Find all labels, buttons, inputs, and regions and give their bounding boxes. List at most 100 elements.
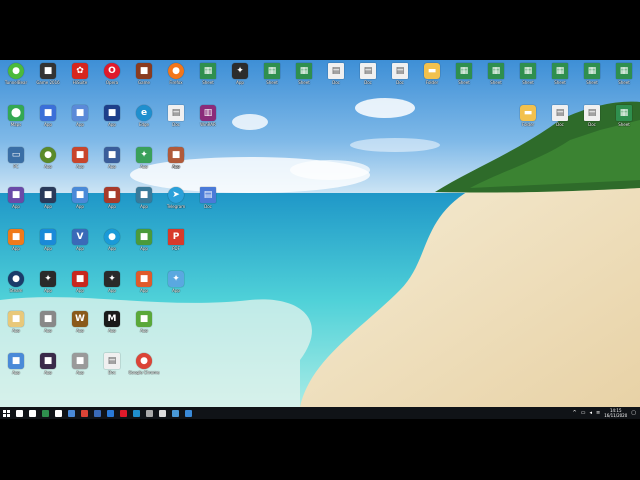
app-taskbar-button[interactable] [65, 407, 78, 419]
desktop-shortcut[interactable]: e Edge [128, 105, 160, 131]
chevron-up-icon[interactable]: ^ [573, 410, 577, 416]
desktop-shortcut[interactable]: ● TunnelBear [0, 63, 32, 89]
desktop-shortcut[interactable]: W App [64, 311, 96, 337]
huawei-icon: ✿ [72, 63, 88, 79]
desktop-shortcut[interactable]: M App [96, 311, 128, 337]
desktop-shortcut[interactable]: ■ App [64, 105, 96, 131]
desktop-shortcut[interactable]: ▦ Sheet [608, 63, 640, 89]
desktop-shortcut[interactable]: ▦ Sheet [256, 63, 288, 89]
desktop-shortcut-label: Sheet [554, 80, 566, 85]
desktop-shortcut[interactable]: ■ App [128, 271, 160, 297]
this-pc-icon: ▭ [8, 147, 24, 163]
desktop-shortcut[interactable]: ■ App [96, 187, 128, 213]
desktop-shortcut[interactable]: ✦ App [224, 63, 256, 89]
search-button[interactable] [13, 407, 26, 419]
spreadsheet-taskbar-button[interactable] [39, 407, 52, 419]
desktop-shortcut[interactable]: ▦ Sheet [608, 105, 640, 131]
network-icon[interactable]: ▭ [581, 410, 586, 416]
desktop-shortcut[interactable]: ■ App [64, 353, 96, 379]
desktop-shortcut[interactable]: ✦ App [128, 147, 160, 173]
opera-taskbar-icon [120, 409, 127, 417]
desktop-shortcut[interactable]: ■ App [0, 229, 32, 255]
desktop-shortcut[interactable]: ■ App [96, 147, 128, 173]
desktop-shortcut[interactable]: ■ App [160, 147, 192, 173]
desktop-shortcut[interactable]: ▤ Doc [384, 63, 416, 89]
desktop-shortcut[interactable]: ▦ Sheet [512, 63, 544, 89]
desktop-shortcut[interactable]: ⬤ Maps [0, 105, 32, 131]
volume-icon[interactable]: ◂ [589, 410, 592, 416]
desktop-shortcut[interactable]: ✦ App [160, 271, 192, 297]
desktop-shortcut[interactable]: ■ App [128, 187, 160, 213]
desktop-shortcut[interactable]: ■ App [32, 105, 64, 131]
desktop-shortcut[interactable]: ■ App [128, 229, 160, 255]
start-button[interactable] [0, 407, 13, 419]
desktop-shortcut[interactable]: ▦ Sheet [544, 63, 576, 89]
desktop-shortcut[interactable]: ■ App [32, 187, 64, 213]
desktop-shortcut[interactable]: ■ App [128, 311, 160, 337]
desktop-shortcut-label: App [76, 164, 84, 169]
app-taskbar-button[interactable] [182, 407, 195, 419]
desktop-shortcut[interactable]: O Opera [96, 63, 128, 89]
store-button[interactable] [52, 407, 65, 419]
desktop-shortcut[interactable]: ■ App [64, 187, 96, 213]
desktop-shortcut[interactable]: ▤ Doc [352, 63, 384, 89]
desktop-shortcut-label: App [108, 328, 116, 333]
app-taskbar-button[interactable] [143, 407, 156, 419]
notification-icon[interactable]: ▢ [631, 410, 636, 416]
desktop-shortcut[interactable]: ■ App [96, 105, 128, 131]
desktop-shortcut[interactable]: ▭ PC [0, 147, 32, 173]
desktop-shortcut[interactable]: ▦ Sheet [192, 63, 224, 89]
desktop-shortcut[interactable]: ▤ Doc [160, 105, 192, 131]
app-taskbar-button[interactable] [156, 407, 169, 419]
desktop-shortcut[interactable]: ✦ App [32, 271, 64, 297]
desktop-shortcut[interactable]: ■ Game [128, 63, 160, 89]
desktop-shortcut[interactable]: ▥ WinRAR [192, 105, 224, 131]
desktop-shortcut-label: Firefox [169, 80, 183, 85]
desktop-shortcut[interactable]: ■ Game 2016 [32, 63, 64, 89]
desktop-shortcut[interactable]: ● Steam [0, 271, 32, 297]
desktop-shortcut[interactable]: ▤ Doc [576, 105, 608, 131]
desktop-shortcut-label: Doc [108, 370, 116, 375]
desktop-shortcut[interactable]: ▦ Sheet [480, 63, 512, 89]
desktop-shortcut[interactable]: ■ App [32, 311, 64, 337]
desktop-shortcut[interactable]: ■ App [0, 187, 32, 213]
desktop-shortcut[interactable]: ▤ Doc [96, 353, 128, 379]
desktop-shortcut[interactable]: ✦ App [96, 271, 128, 297]
desktop-shortcut[interactable]: ▤ Doc [192, 187, 224, 213]
desktop-shortcut[interactable]: ■ App [0, 353, 32, 379]
desktop-shortcut[interactable]: ▦ Sheet [288, 63, 320, 89]
language-icon[interactable]: ≡ [596, 410, 600, 416]
desktop-shortcut[interactable]: P PDF [160, 229, 192, 255]
app-taskbar-button[interactable] [169, 407, 182, 419]
desktop-shortcut[interactable]: V App [64, 229, 96, 255]
desktop-shortcut-label: Google Chrome [128, 370, 160, 375]
edge-taskbar-button[interactable] [130, 407, 143, 419]
desktop-shortcut[interactable]: ➤ Telegram [160, 187, 192, 213]
mail-taskbar-button[interactable] [104, 407, 117, 419]
desktop-shortcut[interactable]: ▦ Sheet [576, 63, 608, 89]
task-view-button[interactable] [26, 407, 39, 419]
desktop-shortcut[interactable]: ●App [32, 147, 64, 173]
desktop-shortcut[interactable]: ▬ Folder [512, 105, 544, 131]
opera-taskbar-button[interactable] [117, 407, 130, 419]
clock[interactable]: 14:15 16/11/2020 [604, 408, 627, 418]
desktop-shortcut[interactable]: ■ App [32, 353, 64, 379]
desktop-shortcut[interactable]: ■ App [0, 311, 32, 337]
desktop-shortcut-label: App [44, 122, 52, 127]
app-icon: ■ [104, 187, 120, 203]
app-icon: ■ [8, 353, 24, 369]
desktop-shortcut[interactable]: ●App [96, 229, 128, 255]
desktop-shortcut[interactable]: ■ App [64, 271, 96, 297]
app-taskbar-button[interactable] [91, 407, 104, 419]
desktop-shortcut[interactable]: ▤ Doc [320, 63, 352, 89]
pdf-icon: P [168, 229, 184, 245]
chrome-taskbar-button[interactable] [78, 407, 91, 419]
desktop-shortcut[interactable]: ● Firefox [160, 63, 192, 89]
desktop-shortcut[interactable]: ▬ Folder [416, 63, 448, 89]
desktop-shortcut[interactable]: ▤ Doc [544, 105, 576, 131]
desktop-shortcut[interactable]: ✿ HiSuite [64, 63, 96, 89]
desktop-shortcut[interactable]: ▦ Sheet [448, 63, 480, 89]
desktop-shortcut[interactable]: ● Google Chrome [128, 353, 160, 379]
desktop-shortcut[interactable]: ■ App [64, 147, 96, 173]
desktop-shortcut[interactable]: ■ App [32, 229, 64, 255]
